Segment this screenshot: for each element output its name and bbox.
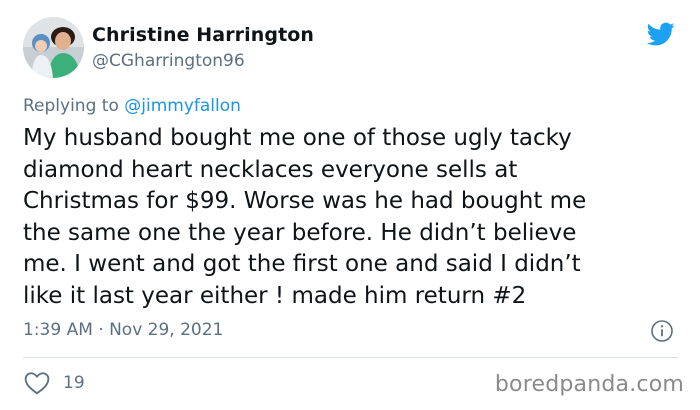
tweet-text-line: me. I went and got the first one and sai… bbox=[23, 251, 581, 277]
tweet-text-line: diamond heart necklaces everyone sells a… bbox=[23, 156, 518, 183]
tweet-text-line: My husband bought me one of those ugly t… bbox=[23, 125, 572, 151]
replying-to: Replying to @jimmyfallon bbox=[23, 96, 241, 116]
tweet-text-line: the same one the year before. He didn’t … bbox=[23, 219, 577, 246]
tweet-card: Christine Harrington @CGharrington96 Rep… bbox=[0, 0, 700, 410]
reply-prefix: Replying to bbox=[23, 96, 125, 116]
tweet-timestamp[interactable]: 1:39 AM · Nov 29, 2021 bbox=[23, 320, 223, 340]
divider bbox=[23, 357, 678, 358]
author-handle[interactable]: @CGharrington96 bbox=[92, 51, 245, 71]
info-circle-icon[interactable] bbox=[650, 319, 674, 343]
twitter-bird-icon[interactable] bbox=[645, 20, 677, 48]
tweet-text: My husband bought me one of those ugly t… bbox=[23, 123, 683, 312]
author-name[interactable]: Christine Harrington bbox=[92, 24, 314, 46]
tweet-text-line: Christmas for $99. Worse was he had boug… bbox=[23, 188, 587, 214]
heart-outline-icon[interactable] bbox=[24, 371, 50, 395]
avatar[interactable] bbox=[23, 17, 84, 78]
watermark: boredpanda.com bbox=[494, 372, 684, 397]
tweet-text-line: like it last year either ! made him retu… bbox=[23, 282, 527, 309]
reply-user-link[interactable]: @jimmyfallon bbox=[124, 96, 241, 116]
like-count: 19 bbox=[63, 373, 85, 393]
